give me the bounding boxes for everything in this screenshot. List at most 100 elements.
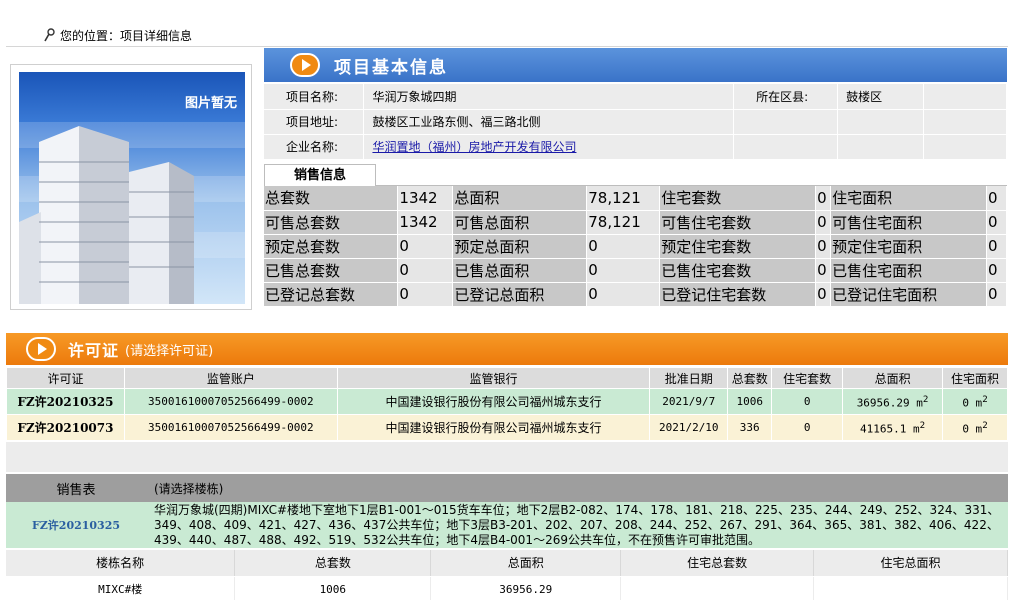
- table-row[interactable]: FZ许20210325 35001610007052566499-0002 中国…: [6, 388, 1008, 415]
- col-building-area: 总面积: [430, 550, 622, 577]
- building-res-area-cell: [813, 576, 1008, 600]
- col-bank: 监管银行: [336, 367, 651, 389]
- sales-info-row: 已售总套数 0 已售总面积 0 已售住宅套数 0 已售住宅面积 0: [264, 258, 1008, 283]
- permit-link[interactable]: FZ许20210073: [17, 421, 113, 435]
- sales-info-label: 预定住宅套数: [659, 234, 817, 259]
- res-cell: 0: [771, 414, 844, 441]
- sales-info-value: 0: [815, 186, 832, 211]
- sales-info-label: 已售住宅套数: [659, 258, 817, 283]
- basic-info-title: 项目基本信息: [334, 57, 448, 78]
- sales-info-label: 已登记住宅套数: [659, 282, 817, 307]
- sales-info-label: 已售住宅面积: [830, 258, 987, 283]
- sales-info-label: 可售住宅套数: [659, 210, 817, 235]
- sales-info-value: 0: [986, 258, 1008, 283]
- res-area-cell: 0 m2: [942, 414, 1008, 441]
- sales-info-value: 0: [815, 234, 832, 259]
- sales-info-label: 已登记总面积: [452, 282, 588, 307]
- sales-info-label: 可售住宅面积: [830, 210, 987, 235]
- basic-info-table: 项目名称: 华润万象城四期 所在区县: 鼓楼区 项目地址: 鼓楼区工业路东侧、福…: [264, 84, 1007, 160]
- sales-info-label: 总面积: [452, 186, 588, 211]
- sales-info-value: 0: [586, 258, 661, 283]
- building-res-total-cell: [620, 576, 815, 600]
- sales-info-tab-bar: 销售信息: [264, 164, 1007, 186]
- bank-cell: 中国建设银行股份有限公司福州城东支行: [336, 414, 651, 441]
- building-table: 楼栋名称 总套数 总面积 住宅总套数 住宅总面积 MIXC#楼 1006 369…: [6, 550, 1008, 600]
- sales-list-row[interactable]: FZ许20210325 华润万象城(四期)MIXC#楼地下室地下1层B1-001…: [6, 502, 1008, 548]
- district-value: 鼓楼区: [837, 84, 925, 110]
- sales-info-value: 78,121: [586, 210, 661, 235]
- sales-info-label: 可售总面积: [452, 210, 588, 235]
- col-building-res-area: 住宅总面积: [813, 550, 1008, 577]
- sales-info-value: 78,121: [586, 186, 661, 211]
- col-date: 批准日期: [649, 367, 729, 389]
- sales-info-value: 0: [986, 186, 1008, 211]
- sales-info-label: 预定总套数: [264, 234, 399, 259]
- basic-info-header: 项目基本信息: [264, 48, 1007, 82]
- area-cell: 41165.1 m2: [842, 414, 944, 441]
- sales-info-value: 1342: [397, 210, 454, 235]
- sales-info-value: 0: [986, 282, 1008, 307]
- sales-info-label: 已售总套数: [264, 258, 399, 283]
- pin-icon: [44, 28, 55, 42]
- address-label: 项目地址:: [264, 109, 365, 135]
- sales-info-label: 总套数: [264, 186, 399, 211]
- col-res: 住宅套数: [771, 367, 844, 389]
- sales-info-value: 0: [397, 234, 454, 259]
- col-total: 总套数: [727, 367, 773, 389]
- breadcrumb: 您的位置：项目详细信息: [44, 26, 192, 44]
- tab-sales-info[interactable]: 销售信息: [264, 164, 376, 186]
- sales-info-value: 0: [815, 282, 832, 307]
- col-building-name: 楼栋名称: [6, 550, 236, 577]
- company-link[interactable]: 华润置地（福州）房地产开发有限公司: [372, 140, 576, 154]
- permit-link[interactable]: FZ许20210325: [17, 395, 113, 409]
- sales-info-value: 0: [815, 210, 832, 235]
- col-building-total: 总套数: [234, 550, 432, 577]
- col-res-area: 住宅面积: [942, 367, 1008, 389]
- sales-info-label: 住宅套数: [659, 186, 817, 211]
- sales-info-label: 预定总面积: [452, 234, 588, 259]
- total-cell: 1006: [727, 388, 773, 415]
- breadcrumb-text: 您的位置：项目详细信息: [60, 28, 193, 43]
- play-icon: [26, 337, 56, 361]
- sales-info-value: 1342: [397, 186, 454, 211]
- sales-info-row: 预定总套数 0 预定总面积 0 预定住宅套数 0 预定住宅面积 0: [264, 234, 1008, 259]
- sales-info-row: 可售总套数 1342 可售总面积 78,121 可售住宅套数 0 可售住宅面积 0: [264, 210, 1008, 235]
- area-cell: 36956.29 m2: [842, 388, 944, 415]
- building-area-cell: 36956.29: [430, 576, 622, 600]
- divider: [6, 46, 1008, 47]
- sales-list-description: 华润万象城(四期)MIXC#楼地下室地下1层B1-001～015货车车位；地下2…: [154, 503, 1000, 547]
- project-photo-frame: 图片暂无: [10, 64, 252, 310]
- district-label: 所在区县:: [733, 84, 839, 110]
- address-value: 鼓楼区工业路东侧、福三路北侧: [363, 109, 735, 135]
- res-area-cell: 0 m2: [942, 388, 1008, 415]
- permit-header: 许可证 (请选择许可证): [6, 333, 1008, 365]
- sales-info-value: 0: [986, 210, 1008, 235]
- date-cell: 2021/2/10: [649, 414, 729, 441]
- building-name-cell[interactable]: MIXC#楼: [6, 576, 236, 600]
- permit-table: 许可证 监管账户 监管银行 批准日期 总套数 住宅套数 总面积 住宅面积 FZ许…: [6, 367, 1008, 441]
- col-permit: 许可证: [6, 367, 125, 389]
- sales-info-value: 0: [986, 234, 1008, 259]
- sales-list-header: 销售表 (请选择楼栋): [6, 474, 1008, 502]
- account-cell: 35001610007052566499-0002: [123, 414, 338, 441]
- permit-title: 许可证: [68, 341, 120, 360]
- total-cell: 336: [727, 414, 773, 441]
- date-cell: 2021/9/7: [649, 388, 729, 415]
- sales-info-value: 0: [397, 258, 454, 283]
- building-total-cell: 1006: [234, 576, 432, 600]
- col-account: 监管账户: [123, 367, 338, 389]
- sales-info-label: 预定住宅面积: [830, 234, 987, 259]
- sales-info-label: 已登记总套数: [264, 282, 399, 307]
- sales-info-row: 已登记总套数 0 已登记总面积 0 已登记住宅套数 0 已登记住宅面积 0: [264, 282, 1008, 307]
- account-cell: 35001610007052566499-0002: [123, 388, 338, 415]
- project-name-value: 华润万象城四期: [363, 84, 735, 110]
- permit-subtitle: (请选择许可证): [125, 343, 214, 359]
- project-photo: 图片暂无: [19, 72, 245, 304]
- sales-info-label: 可售总套数: [264, 210, 399, 235]
- table-row[interactable]: MIXC#楼 1006 36956.29: [6, 576, 1008, 600]
- sales-list-title: 销售表: [56, 482, 96, 498]
- sales-info-label: 已登记住宅面积: [830, 282, 987, 307]
- project-name-label: 项目名称:: [264, 84, 365, 110]
- res-cell: 0: [771, 388, 844, 415]
- table-row[interactable]: FZ许20210073 35001610007052566499-0002 中国…: [6, 414, 1008, 441]
